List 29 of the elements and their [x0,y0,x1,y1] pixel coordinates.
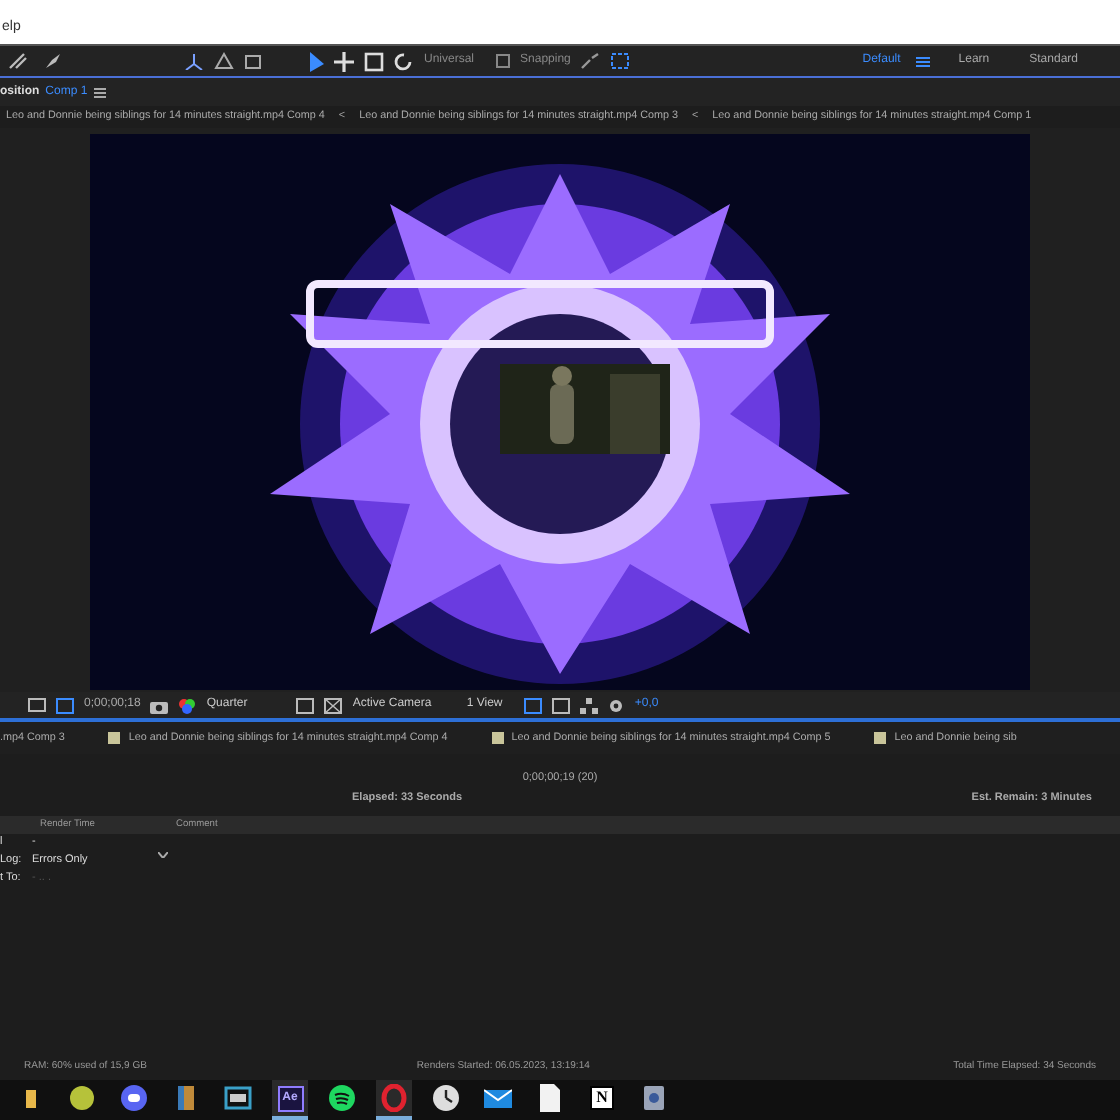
document-icon [536,1084,564,1112]
ring-icon [380,1084,408,1112]
square-icon[interactable] [364,51,384,71]
snapping-checkbox[interactable] [496,54,511,68]
notion-icon: N [590,1086,614,1110]
monitor-icon[interactable] [28,697,46,713]
menu-icon[interactable] [916,55,931,67]
book-icon [172,1084,200,1112]
camera-icon[interactable] [150,697,169,713]
color-icon[interactable] [178,697,197,713]
snap-icon[interactable] [580,52,601,70]
move-icon[interactable] [334,51,354,71]
rotate-icon[interactable] [394,51,414,71]
mail-icon [484,1084,512,1112]
flowchart-icon[interactable] [580,697,599,713]
mask-icon[interactable] [56,697,74,713]
taskbar-app[interactable]: N [584,1080,620,1120]
app-icon [640,1084,668,1112]
caret-icon [158,852,168,859]
menu-icon[interactable] [93,87,106,97]
clock-icon [432,1084,460,1112]
settings-icon[interactable] [608,697,625,713]
ball-icon [68,1084,96,1112]
folder-icon [25,1089,35,1107]
pin-icon[interactable] [40,52,64,70]
pointer-icon[interactable] [308,51,324,71]
taskbar-app[interactable] [376,1080,412,1120]
pen-icon[interactable] [6,52,30,70]
chat-icon [120,1084,148,1112]
